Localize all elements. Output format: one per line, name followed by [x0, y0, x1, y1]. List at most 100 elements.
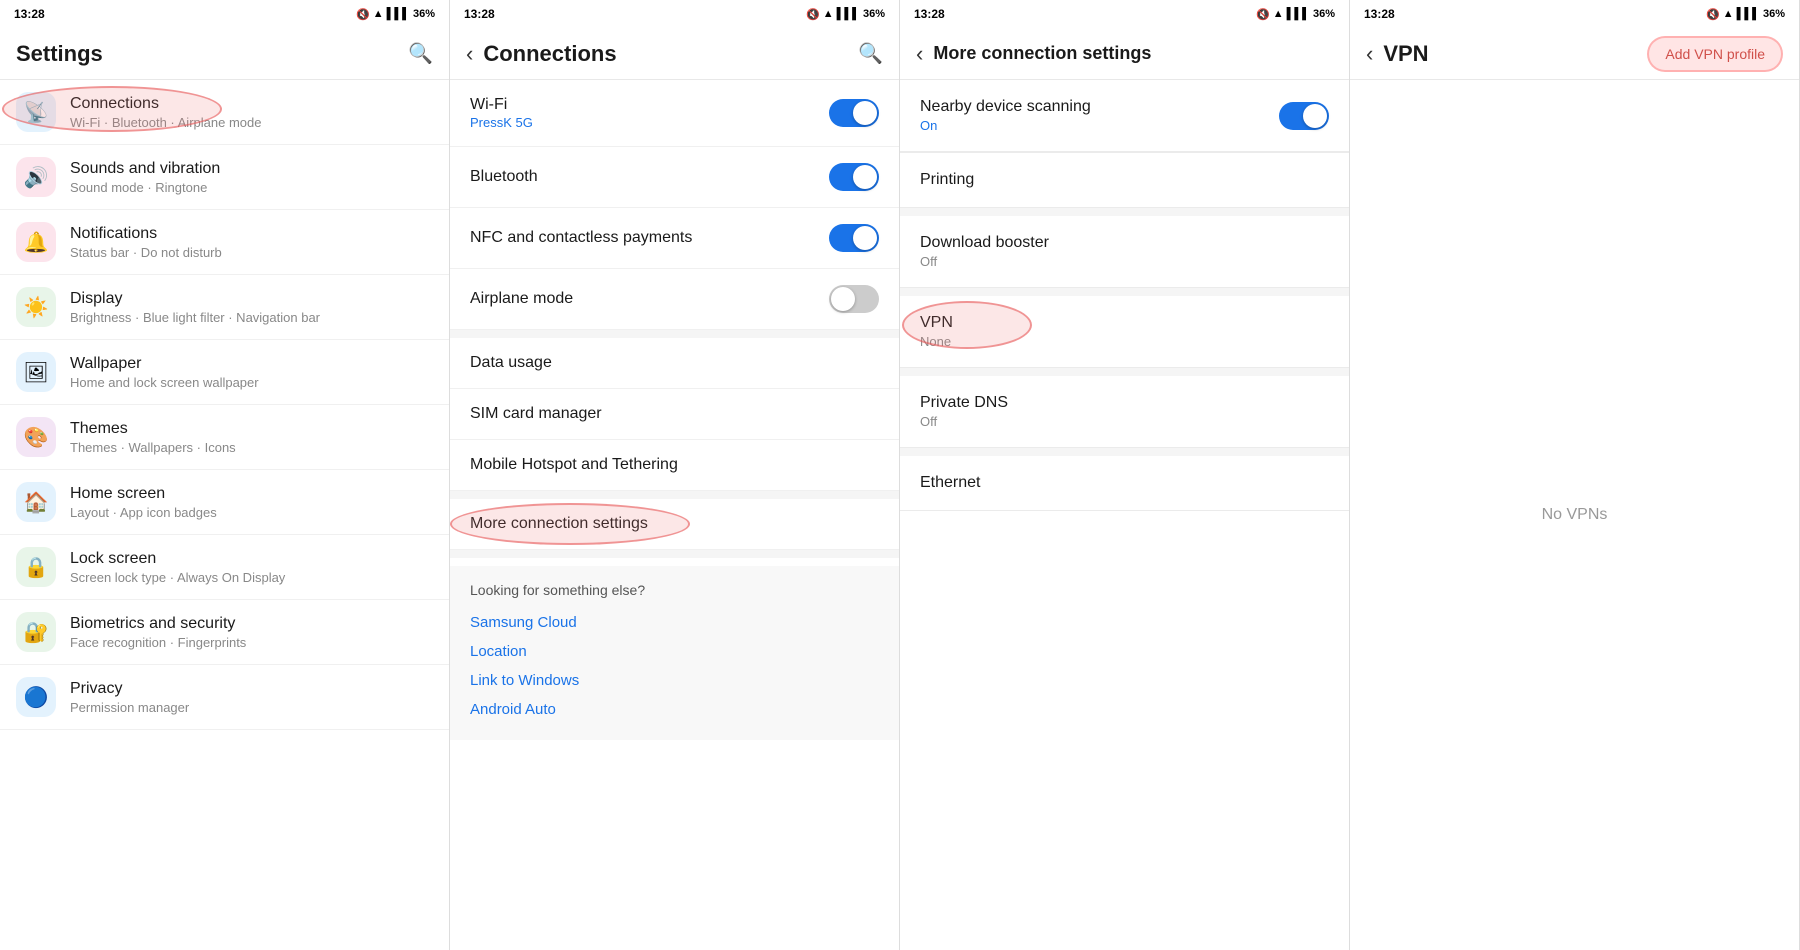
lockscreen-text: Lock screen Screen lock type · Always On… — [70, 549, 433, 586]
settings-item-biometrics[interactable]: 🔐 Biometrics and security Face recogniti… — [0, 600, 449, 665]
simcard-text: SIM card manager — [470, 405, 879, 423]
p3-nearby[interactable]: Nearby device scanning On — [900, 80, 1349, 152]
status-icons-3: 🔇 ▲ ▌▌▌ 36% — [1256, 8, 1335, 21]
printing-text: Printing — [920, 171, 1329, 189]
nearby-subtitle: On — [920, 118, 1279, 133]
connections-subtitle: Wi-Fi · Bluetooth · Airplane mode — [70, 115, 433, 130]
lockscreen-subtitle: Screen lock type · Always On Display — [70, 570, 433, 585]
settings-item-homescreen[interactable]: 🏠 Home screen Layout · App icon badges — [0, 470, 449, 535]
notifications-icon: 🔔 — [16, 222, 56, 262]
battery-3: 36% — [1313, 8, 1335, 20]
panel-more-connections: 13:28 🔇 ▲ ▌▌▌ 36% ‹ More connection sett… — [900, 0, 1350, 950]
sounds-subtitle: Sound mode · Ringtone — [70, 180, 433, 195]
status-bar-1: 13:28 🔇 ▲ ▌▌▌ 36% — [0, 0, 449, 28]
conn-bluetooth[interactable]: Bluetooth — [450, 147, 899, 208]
p3-vpn[interactable]: VPN None — [900, 296, 1349, 368]
settings-item-notifications[interactable]: 🔔 Notifications Status bar · Do not dist… — [0, 210, 449, 275]
wifi-toggle[interactable] — [829, 99, 879, 127]
homescreen-icon: 🏠 — [16, 482, 56, 522]
vpn-text: VPN None — [920, 314, 1329, 349]
back-button-more[interactable]: ‹ — [916, 41, 923, 67]
mute-icon-3: 🔇 — [1256, 8, 1270, 21]
biometrics-text: Biometrics and security Face recognition… — [70, 614, 433, 651]
biometrics-title: Biometrics and security — [70, 614, 433, 635]
display-text: Display Brightness · Blue light filter ·… — [70, 289, 433, 326]
conn-hotspot[interactable]: Mobile Hotspot and Tethering — [450, 440, 899, 491]
settings-item-themes[interactable]: 🎨 Themes Themes · Wallpapers · Icons — [0, 405, 449, 470]
more-title: More connection settings — [470, 515, 879, 533]
link-android-auto[interactable]: Android Auto — [470, 695, 879, 724]
link-samsung-cloud[interactable]: Samsung Cloud — [470, 608, 879, 637]
divider-2 — [450, 491, 899, 499]
themes-title: Themes — [70, 419, 433, 440]
settings-item-wallpaper[interactable]: 🖼 Wallpaper Home and lock screen wallpap… — [0, 340, 449, 405]
hotspot-text: Mobile Hotspot and Tethering — [470, 456, 879, 474]
notifications-title: Notifications — [70, 224, 433, 245]
nfc-toggle[interactable] — [829, 224, 879, 252]
p3-dlbooster[interactable]: Download booster Off — [900, 216, 1349, 288]
wifi-title: Wi-Fi — [470, 96, 829, 114]
battery-1: 36% — [413, 8, 435, 20]
status-icons-2: 🔇 ▲ ▌▌▌ 36% — [806, 8, 885, 21]
connections-list: Wi-Fi PressK 5G Bluetooth NFC and contac… — [450, 80, 899, 950]
top-bar-vpn: ‹ VPN Add VPN profile — [1350, 28, 1799, 80]
themes-subtitle: Themes · Wallpapers · Icons — [70, 440, 433, 455]
top-bar-more: ‹ More connection settings — [900, 28, 1349, 80]
wallpaper-text: Wallpaper Home and lock screen wallpaper — [70, 354, 433, 391]
airplane-toggle[interactable] — [829, 285, 879, 313]
conn-nfc[interactable]: NFC and contactless payments — [450, 208, 899, 269]
nearby-toggle[interactable] — [1279, 102, 1329, 130]
bluetooth-title: Bluetooth — [470, 168, 829, 186]
section-divider-2 — [900, 288, 1349, 296]
no-vpns-label: No VPNs — [1350, 80, 1799, 950]
ethernet-text: Ethernet — [920, 474, 1329, 492]
search-icon-settings[interactable]: 🔍 — [408, 41, 433, 66]
p3-privatedns[interactable]: Private DNS Off — [900, 376, 1349, 448]
settings-item-connections[interactable]: 📡 Connections Wi-Fi · Bluetooth · Airpla… — [0, 80, 449, 145]
privacy-text: Privacy Permission manager — [70, 679, 433, 716]
privatedns-title: Private DNS — [920, 394, 1329, 412]
signal-icon-3: ▌▌▌ — [1287, 8, 1310, 20]
lockscreen-title: Lock screen — [70, 549, 433, 570]
nearby-text: Nearby device scanning On — [920, 98, 1279, 133]
display-icon: ☀️ — [16, 287, 56, 327]
wallpaper-title: Wallpaper — [70, 354, 433, 375]
wifi-icon-2: ▲ — [823, 8, 834, 20]
conn-datausage[interactable]: Data usage — [450, 338, 899, 389]
p3-printing[interactable]: Printing — [900, 153, 1349, 208]
wallpaper-subtitle: Home and lock screen wallpaper — [70, 375, 433, 390]
add-vpn-profile-button[interactable]: Add VPN profile — [1647, 36, 1783, 72]
settings-item-display[interactable]: ☀️ Display Brightness · Blue light filte… — [0, 275, 449, 340]
bluetooth-toggle[interactable] — [829, 163, 879, 191]
divider-3 — [450, 550, 899, 558]
p3-ethernet[interactable]: Ethernet — [900, 456, 1349, 511]
hotspot-title: Mobile Hotspot and Tethering — [470, 456, 879, 474]
conn-more[interactable]: More connection settings — [450, 499, 899, 550]
back-button-connections[interactable]: ‹ — [466, 41, 473, 67]
status-bar-4: 13:28 🔇 ▲ ▌▌▌ 36% — [1350, 0, 1799, 28]
biometrics-icon: 🔐 — [16, 612, 56, 652]
conn-simcard[interactable]: SIM card manager — [450, 389, 899, 440]
search-icon-connections[interactable]: 🔍 — [858, 41, 883, 66]
settings-item-lockscreen[interactable]: 🔒 Lock screen Screen lock type · Always … — [0, 535, 449, 600]
wifi-icon-3: ▲ — [1273, 8, 1284, 20]
mute-icon-2: 🔇 — [806, 8, 820, 21]
dlbooster-subtitle: Off — [920, 254, 1329, 269]
vpn-top-left: ‹ VPN — [1366, 41, 1429, 67]
no-vpns-text: No VPNs — [1542, 506, 1608, 524]
themes-text: Themes Themes · Wallpapers · Icons — [70, 419, 433, 456]
privacy-icon: 🔵 — [16, 677, 56, 717]
connections-title: Connections — [70, 94, 433, 115]
settings-item-privacy[interactable]: 🔵 Privacy Permission manager — [0, 665, 449, 730]
settings-item-sounds[interactable]: 🔊 Sounds and vibration Sound mode · Ring… — [0, 145, 449, 210]
notifications-text: Notifications Status bar · Do not distur… — [70, 224, 433, 261]
signal-icon-4: ▌▌▌ — [1737, 8, 1760, 20]
link-location[interactable]: Location — [470, 637, 879, 666]
battery-4: 36% — [1763, 8, 1785, 20]
conn-airplane[interactable]: Airplane mode — [450, 269, 899, 330]
lockscreen-icon: 🔒 — [16, 547, 56, 587]
conn-wifi[interactable]: Wi-Fi PressK 5G — [450, 80, 899, 147]
looking-title: Looking for something else? — [470, 582, 879, 598]
back-button-vpn[interactable]: ‹ — [1366, 41, 1373, 67]
link-to-windows[interactable]: Link to Windows — [470, 666, 879, 695]
